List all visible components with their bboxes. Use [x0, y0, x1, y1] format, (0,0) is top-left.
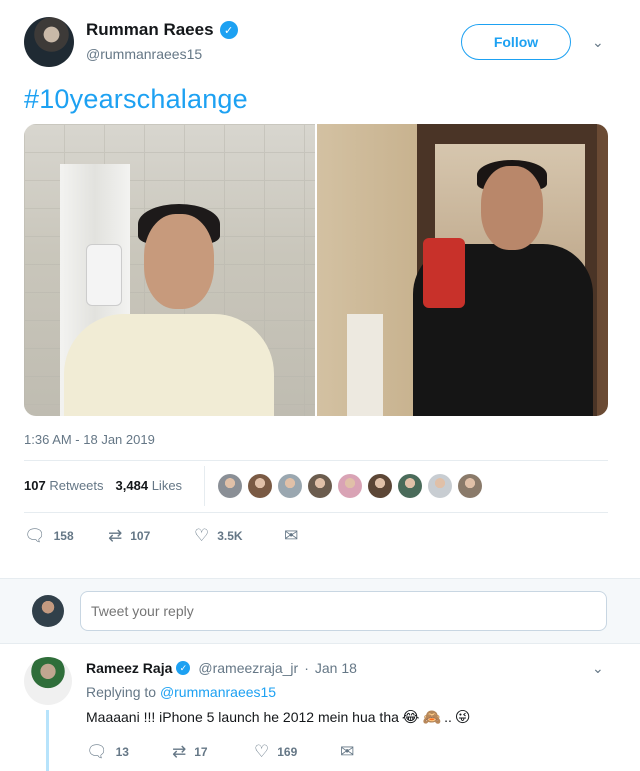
- reply-count: 13: [115, 745, 129, 759]
- reply-text: Maaaani !!! iPhone 5 launch he 2012 mein…: [86, 708, 471, 726]
- reply-author-handle[interactable]: @rameezraja_jr: [198, 660, 298, 676]
- chevron-down-icon[interactable]: ⌄: [592, 34, 604, 51]
- meta-separator: ·: [304, 660, 309, 676]
- like-count: 3.5K: [217, 529, 243, 543]
- see-no-evil-emoji-icon: 🙈: [422, 709, 442, 726]
- reply-composer: [0, 578, 640, 644]
- tweet-actions: 🗨 158 ⇄ 107 ♡ 3.5K ✉: [24, 526, 298, 546]
- reply-tweet[interactable]: Rameez Raja ✓ @rameezraja_jr · Jan 18 ⌄ …: [0, 644, 640, 771]
- reply-input[interactable]: [80, 591, 607, 631]
- reply-button[interactable]: 🗨 13: [86, 742, 172, 762]
- reply-actions: 🗨 13 ⇄ 17 ♡ 169 ✉: [86, 742, 354, 762]
- retweet-count: 17: [194, 745, 208, 759]
- tweet-media[interactable]: [24, 124, 608, 416]
- retweets-stat[interactable]: 107 Retweets: [24, 478, 104, 493]
- tweet-stats: 107 Retweets 3,484 Likes: [24, 478, 182, 493]
- liker-avatar[interactable]: [218, 474, 242, 498]
- reply-button[interactable]: 🗨 158: [24, 526, 108, 546]
- retweet-button[interactable]: ⇄ 17: [172, 742, 254, 762]
- reply-count: 158: [53, 529, 74, 543]
- red-phone: [423, 238, 465, 308]
- heart-icon: ♡: [254, 742, 270, 761]
- author-name[interactable]: Rumman Raees ✓: [86, 20, 238, 40]
- envelope-icon: ✉: [340, 742, 355, 761]
- photo-2009[interactable]: [24, 124, 315, 416]
- ellipsis: ..: [444, 709, 452, 725]
- retweet-button[interactable]: ⇄ 107: [108, 526, 194, 546]
- winking-tongue-emoji-icon: 😜: [454, 709, 471, 726]
- author-name-text: Rumman Raees: [86, 20, 214, 39]
- thread-line: [46, 710, 49, 771]
- retweets-label: Retweets: [49, 478, 104, 493]
- author-handle[interactable]: @rummanraees15: [86, 46, 202, 62]
- verified-badge-icon: ✓: [219, 21, 238, 39]
- divider: [24, 460, 608, 461]
- heart-icon: ♡: [194, 526, 210, 545]
- likes-count: 3,484: [115, 478, 149, 493]
- liker-avatar[interactable]: [308, 474, 332, 498]
- direct-message-button[interactable]: ✉: [284, 526, 298, 546]
- like-button[interactable]: ♡ 3.5K: [194, 526, 284, 546]
- verified-badge-icon: ✓: [176, 661, 191, 675]
- liker-avatar[interactable]: [248, 474, 272, 498]
- reply-author-avatar[interactable]: [24, 657, 72, 705]
- liker-avatar[interactable]: [278, 474, 302, 498]
- reply-icon: 🗨: [86, 742, 108, 761]
- liker-avatars: [218, 474, 482, 498]
- main-tweet: Rumman Raees ✓ @rummanraees15 Follow ⌄ #…: [0, 0, 640, 578]
- liker-avatar[interactable]: [458, 474, 482, 498]
- retweets-count: 107: [24, 478, 46, 493]
- reply-date[interactable]: Jan 18: [315, 660, 357, 676]
- replying-to-link[interactable]: @rummanraees15: [160, 684, 276, 700]
- reply-header: Rameez Raja ✓ @rameezraja_jr · Jan 18: [86, 660, 357, 676]
- face: [481, 166, 543, 250]
- reply-text-body: Maaaani !!! iPhone 5 launch he 2012 mein…: [86, 709, 399, 725]
- divider: [24, 512, 608, 513]
- envelope-icon: ✉: [284, 526, 299, 545]
- tweet-timestamp[interactable]: 1:36 AM - 18 Jan 2019: [24, 432, 155, 447]
- retweet-count: 107: [130, 529, 151, 543]
- likes-stat[interactable]: 3,484 Likes: [116, 478, 183, 493]
- white-phone: [86, 244, 122, 306]
- chevron-down-icon[interactable]: ⌄: [592, 660, 604, 677]
- towel: [347, 314, 383, 416]
- retweet-icon: ⇄: [172, 742, 187, 761]
- tweet-hashtag[interactable]: #10yearschalange: [24, 84, 248, 115]
- retweet-icon: ⇄: [108, 526, 123, 545]
- replying-prefix: Replying to: [86, 684, 157, 700]
- replying-to: Replying to @rummanraees15: [86, 684, 276, 700]
- liker-avatar[interactable]: [428, 474, 452, 498]
- liker-avatar[interactable]: [368, 474, 392, 498]
- photo-2019[interactable]: [317, 124, 608, 416]
- reply-author-name[interactable]: Rameez Raja: [86, 660, 172, 676]
- liker-avatar[interactable]: [398, 474, 422, 498]
- like-button[interactable]: ♡ 169: [254, 742, 340, 762]
- current-user-avatar: [32, 595, 64, 627]
- like-count: 169: [277, 745, 298, 759]
- reply-icon: 🗨: [24, 526, 46, 545]
- direct-message-button[interactable]: ✉: [340, 742, 354, 762]
- hoodie: [64, 314, 274, 416]
- stats-divider: [204, 466, 205, 506]
- likes-label: Likes: [151, 478, 183, 493]
- joy-emoji-icon: 😂: [401, 709, 420, 726]
- face: [144, 214, 214, 309]
- follow-button[interactable]: Follow: [461, 24, 571, 60]
- author-avatar[interactable]: [24, 17, 74, 67]
- liker-avatar[interactable]: [338, 474, 362, 498]
